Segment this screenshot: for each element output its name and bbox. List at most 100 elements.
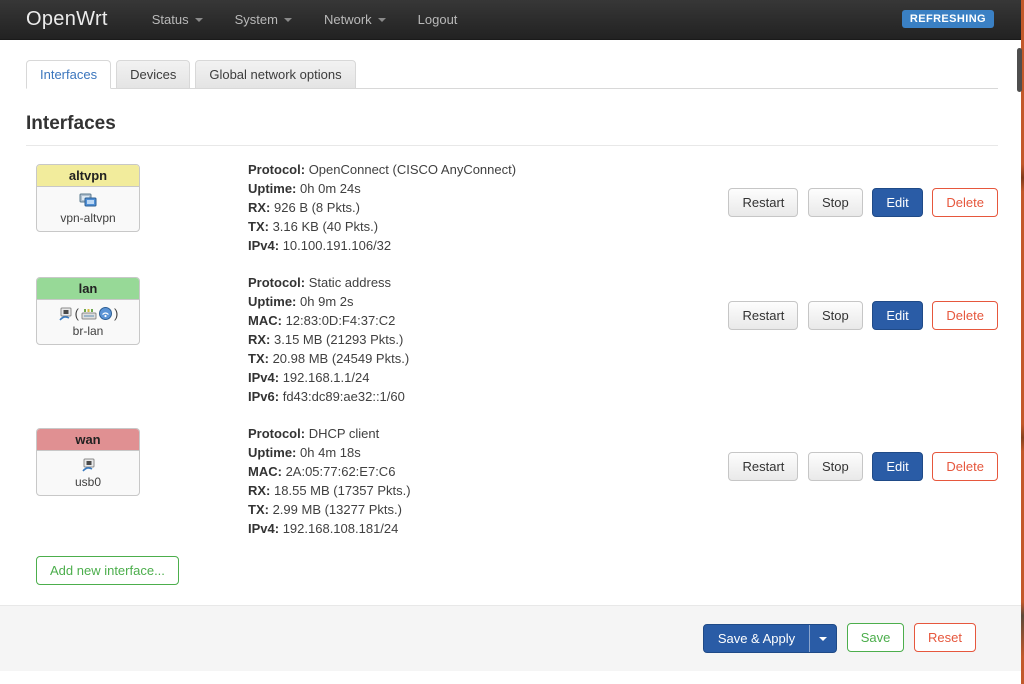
detail-key: Protocol: <box>248 275 305 290</box>
tab-interfaces[interactable]: Interfaces <box>26 60 111 89</box>
detail-value: 10.100.191.106/32 <box>283 238 391 253</box>
detail-line: Uptime: 0h 0m 24s <box>248 179 722 198</box>
detail-value: 2.99 MB (13277 Pkts.) <box>273 502 402 517</box>
interface-actions: Restart Stop Edit Delete <box>722 422 998 538</box>
detail-value: Static address <box>309 275 391 290</box>
interface-box-lan: lan ( <box>36 277 140 345</box>
menu-network-label: Network <box>324 12 372 27</box>
detail-line: Uptime: 0h 9m 2s <box>248 292 722 311</box>
detail-line: RX: 18.55 MB (17357 Pkts.) <box>248 481 722 500</box>
detail-key: Protocol: <box>248 162 305 177</box>
zone-label-wan: wan <box>37 429 139 451</box>
detail-value: 12:83:0D:F4:37:C2 <box>286 313 396 328</box>
device-name: br-lan <box>39 324 137 338</box>
detail-line: MAC: 2A:05:77:62:E7:C6 <box>248 462 722 481</box>
detail-value: 20.98 MB (24549 Pkts.) <box>273 351 410 366</box>
delete-button[interactable]: Delete <box>932 452 998 481</box>
detail-key: IPv4: <box>248 521 279 536</box>
chevron-down-icon <box>284 18 292 22</box>
detail-value: 3.16 KB (40 Pkts.) <box>273 219 379 234</box>
menu-status-label: Status <box>152 12 189 27</box>
detail-value: OpenConnect (CISCO AnyConnect) <box>309 162 516 177</box>
footer-action-bar: Save & Apply Save Reset <box>0 605 1024 671</box>
detail-key: Uptime: <box>248 445 296 460</box>
edit-button[interactable]: Edit <box>872 188 922 217</box>
edit-button[interactable]: Edit <box>872 301 922 330</box>
interface-row-lan: lan ( <box>26 259 998 410</box>
restart-button[interactable]: Restart <box>728 301 798 330</box>
detail-value: 2A:05:77:62:E7:C6 <box>286 464 396 479</box>
detail-line: RX: 3.15 MB (21293 Pkts.) <box>248 330 722 349</box>
chevron-down-icon <box>819 637 827 641</box>
stop-button[interactable]: Stop <box>808 188 863 217</box>
menu-system-label: System <box>235 12 278 27</box>
add-new-interface-button[interactable]: Add new interface... <box>36 556 179 585</box>
detail-key: MAC: <box>248 464 282 479</box>
interface-row-wan: wan usb0 Protocol: DHCP client Uptime: 0… <box>26 410 998 542</box>
menu-system[interactable]: System <box>219 0 308 40</box>
detail-key: TX: <box>248 351 269 366</box>
detail-key: IPv6: <box>248 389 279 404</box>
page-title: Interfaces <box>26 113 998 146</box>
detail-value: 0h 4m 18s <box>300 445 361 460</box>
interface-box-wan: wan usb0 <box>36 428 140 496</box>
refreshing-badge[interactable]: REFRESHING <box>902 10 994 28</box>
detail-value: 192.168.108.181/24 <box>283 521 399 536</box>
detail-line: Protocol: OpenConnect (CISCO AnyConnect) <box>248 160 722 179</box>
save-apply-button[interactable]: Save & Apply <box>704 625 809 652</box>
tunnel-icon <box>78 193 98 208</box>
switch-icon <box>81 307 97 320</box>
edit-button[interactable]: Edit <box>872 452 922 481</box>
delete-button[interactable]: Delete <box>932 301 998 330</box>
menu-logout[interactable]: Logout <box>402 0 474 40</box>
detail-key: Uptime: <box>248 294 296 309</box>
detail-line: TX: 2.99 MB (13277 Pkts.) <box>248 500 722 519</box>
tab-global-network-options[interactable]: Global network options <box>195 60 355 89</box>
interface-row-altvpn: altvpn vpn-altvpn Protocol: OpenConnect … <box>26 146 998 259</box>
scrollbar-thumb[interactable] <box>1017 48 1022 92</box>
detail-value: fd43:dc89:ae32::1/60 <box>283 389 405 404</box>
interface-details: Protocol: OpenConnect (CISCO AnyConnect)… <box>248 158 722 255</box>
detail-key: IPv4: <box>248 370 279 385</box>
detail-value: 0h 9m 2s <box>300 294 353 309</box>
interface-details: Protocol: DHCP client Uptime: 0h 4m 18s … <box>248 422 722 538</box>
tab-devices[interactable]: Devices <box>116 60 190 89</box>
detail-key: RX: <box>248 200 270 215</box>
reset-button[interactable]: Reset <box>914 623 976 652</box>
main-menu: Status System Network Logout <box>136 0 474 40</box>
chevron-down-icon <box>195 18 203 22</box>
interface-box-body: ( ) <box>37 300 139 344</box>
save-apply-dropdown-toggle[interactable] <box>809 625 836 652</box>
detail-value: DHCP client <box>309 426 380 441</box>
save-button[interactable]: Save <box>847 623 905 652</box>
restart-button[interactable]: Restart <box>728 452 798 481</box>
detail-key: Uptime: <box>248 181 296 196</box>
detail-key: IPv4: <box>248 238 279 253</box>
detail-key: TX: <box>248 219 269 234</box>
stop-button[interactable]: Stop <box>808 301 863 330</box>
detail-line: RX: 926 B (8 Pkts.) <box>248 198 722 217</box>
detail-line: Protocol: Static address <box>248 273 722 292</box>
content-area: Interfaces Devices Global network option… <box>0 60 1024 671</box>
device-name: vpn-altvpn <box>39 211 137 225</box>
menu-status[interactable]: Status <box>136 0 219 40</box>
menu-network[interactable]: Network <box>308 0 402 40</box>
tab-bar: Interfaces Devices Global network option… <box>26 60 998 89</box>
detail-value: 18.55 MB (17357 Pkts.) <box>274 483 411 498</box>
brand-logo: OpenWrt <box>26 8 108 31</box>
detail-line: TX: 3.16 KB (40 Pkts.) <box>248 217 722 236</box>
detail-line: IPv4: 192.168.1.1/24 <box>248 368 722 387</box>
interface-box-column: altvpn vpn-altvpn <box>26 158 248 255</box>
delete-button[interactable]: Delete <box>932 188 998 217</box>
interface-actions: Restart Stop Edit Delete <box>722 271 998 406</box>
stop-button[interactable]: Stop <box>808 452 863 481</box>
detail-line: IPv4: 10.100.191.106/32 <box>248 236 722 255</box>
detail-key: RX: <box>248 483 270 498</box>
restart-button[interactable]: Restart <box>728 188 798 217</box>
device-name: usb0 <box>39 475 137 489</box>
interface-box-body: vpn-altvpn <box>37 187 139 231</box>
detail-key: RX: <box>248 332 270 347</box>
interface-box-column: lan ( <box>26 271 248 406</box>
interface-box-column: wan usb0 <box>26 422 248 538</box>
detail-line: IPv4: 192.168.108.181/24 <box>248 519 722 538</box>
